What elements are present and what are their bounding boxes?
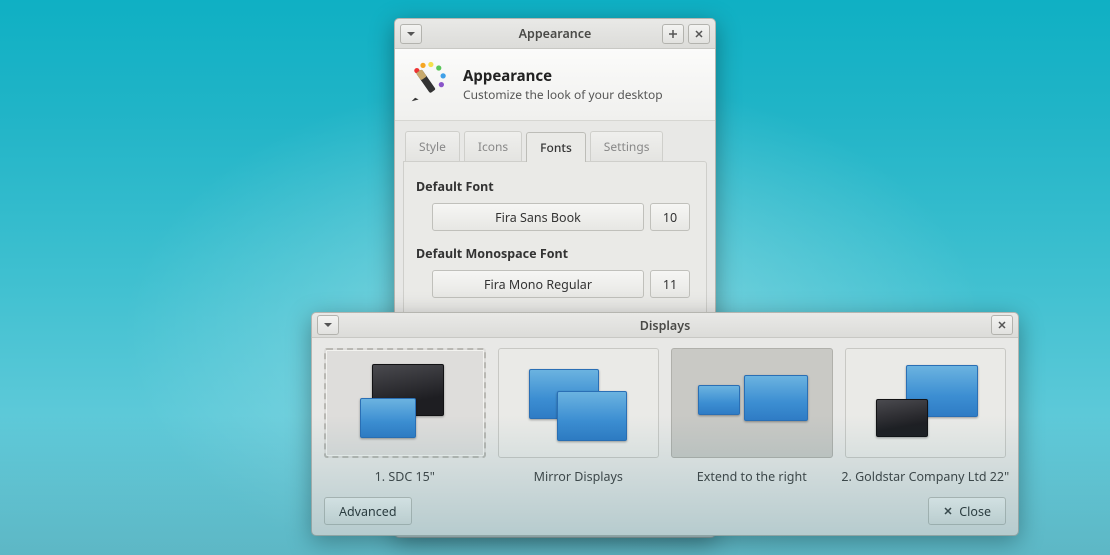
mono-font-label: Default Monospace Font — [416, 245, 696, 262]
display-option-label: Mirror Displays — [534, 468, 623, 485]
appearance-titlebar: Appearance — [395, 19, 715, 49]
tab-style[interactable]: Style — [405, 131, 460, 161]
close-dialog-label: Close — [959, 503, 991, 520]
close-dialog-button[interactable]: Close — [928, 497, 1006, 525]
tab-settings[interactable]: Settings — [590, 131, 664, 161]
close-button[interactable] — [991, 315, 1013, 335]
default-font-size-button[interactable]: 10 — [650, 203, 690, 231]
default-font-label: Default Font — [416, 178, 696, 195]
display-option-mirror[interactable] — [498, 348, 660, 458]
displays-window-title: Displays — [312, 317, 1018, 334]
mono-font-button[interactable]: Fira Mono Regular — [432, 270, 644, 298]
appearance-tabs: Style Icons Fonts Settings — [395, 121, 715, 161]
displays-titlebar: Displays — [312, 313, 1018, 338]
mono-font-size-button[interactable]: 11 — [650, 270, 690, 298]
close-icon — [943, 503, 953, 520]
display-option-extend-right[interactable] — [671, 348, 833, 458]
display-option-label: 1. SDC 15" — [375, 468, 435, 485]
fonts-panel: Default Font Fira Sans Book 10 Default M… — [403, 161, 707, 325]
window-menu-button[interactable] — [317, 315, 339, 335]
display-option-label: 2. Goldstar Company Ltd 22" — [841, 468, 1009, 485]
appearance-icon — [409, 61, 451, 108]
display-option-goldstar[interactable] — [845, 348, 1007, 458]
maximize-button[interactable] — [662, 24, 684, 44]
tab-fonts[interactable]: Fonts — [526, 132, 586, 162]
default-font-button[interactable]: Fira Sans Book — [432, 203, 644, 231]
displays-grid: 1. SDC 15" Mirror Displays — [324, 348, 1006, 485]
window-menu-button[interactable] — [400, 24, 422, 44]
appearance-header: Appearance Customize the look of your de… — [395, 49, 715, 121]
display-option-label: Extend to the right — [697, 468, 807, 485]
advanced-button[interactable]: Advanced — [324, 497, 412, 525]
appearance-header-subtitle: Customize the look of your desktop — [463, 86, 663, 103]
displays-window: Displays 1. SDC 15" — [311, 312, 1019, 536]
tab-icons[interactable]: Icons — [464, 131, 522, 161]
appearance-header-title: Appearance — [463, 66, 663, 86]
close-button[interactable] — [688, 24, 710, 44]
display-option-sdc[interactable] — [324, 348, 486, 458]
